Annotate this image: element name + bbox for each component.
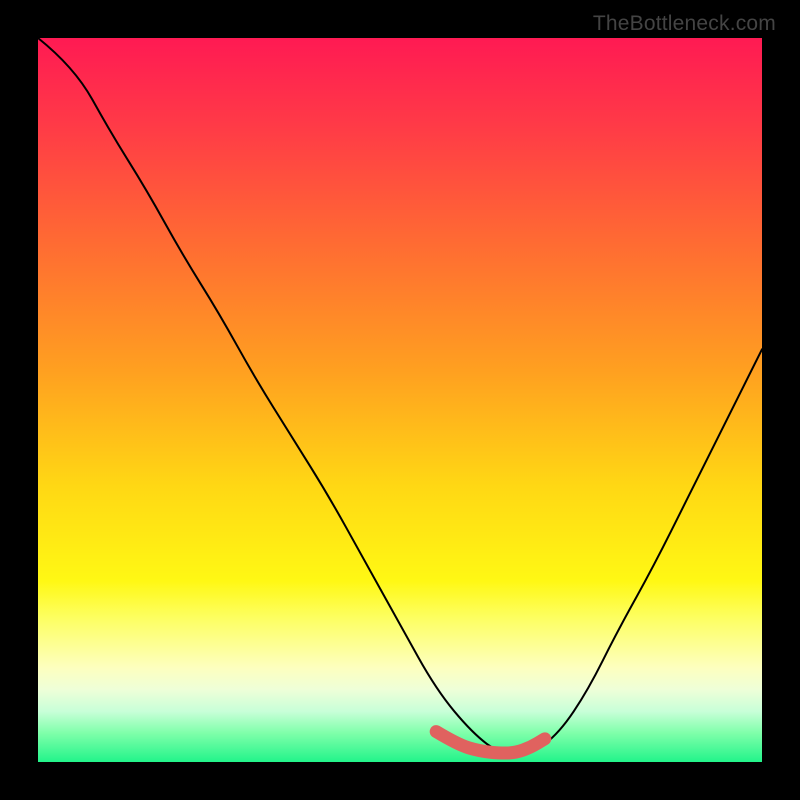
bottleneck-curve-path [38,38,762,755]
chart-svg [38,38,762,762]
watermark-text: TheBottleneck.com [593,12,776,36]
plot-area [38,38,762,762]
chart-frame: TheBottleneck.com [0,0,800,800]
valley-marker-path [436,732,545,753]
